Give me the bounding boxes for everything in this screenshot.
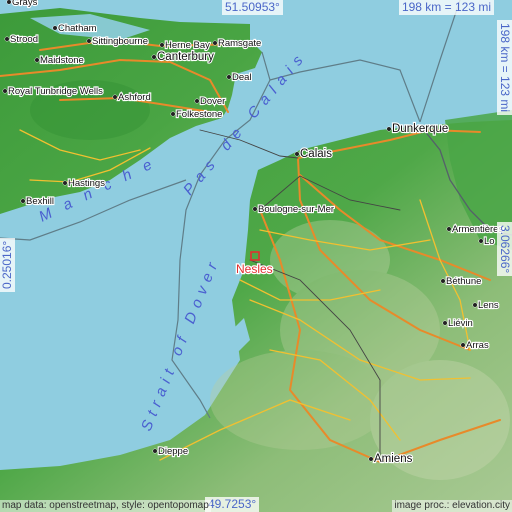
place-dot (6, 0, 12, 5)
place-hastings[interactable]: Hastings (62, 177, 106, 190)
place-calais[interactable]: Calais (294, 147, 333, 161)
coord-top-value: 51.50953° (225, 0, 280, 14)
scale-right-label: 198 km = 123 mi (497, 20, 512, 116)
place-boulogne-sur-mer[interactable]: Boulogne-sur-Mer (252, 203, 335, 216)
place-label: Béthune (446, 276, 481, 287)
place-label: Canterbury (157, 51, 214, 63)
place-label: Amiens (374, 453, 413, 465)
place-dot (152, 448, 158, 454)
place-b-thune[interactable]: Béthune (440, 275, 483, 288)
place-label: Folkestone (176, 109, 222, 120)
place-label: Grays (12, 0, 38, 8)
place-dunkerque[interactable]: Dunkerque (386, 122, 449, 136)
place-dot (212, 40, 218, 46)
place-amiens[interactable]: Amiens (368, 452, 414, 466)
place-dot (252, 206, 258, 212)
place-label: Liévin (448, 318, 473, 329)
coord-bottom-label: 49.7253° (205, 497, 260, 512)
place-dot (2, 88, 8, 94)
place-ashford[interactable]: Ashford (112, 91, 152, 104)
place-dot (442, 320, 448, 326)
place-royal-tunbridge-wells[interactable]: Royal Tunbridge Wells (2, 85, 104, 98)
place-dot (86, 38, 92, 44)
place-label: Dunkerque (392, 123, 448, 135)
place-strood[interactable]: Strood (4, 33, 39, 46)
place-label: Strood (10, 34, 38, 45)
place-dot (52, 25, 58, 31)
place-label: Ramsgate (218, 38, 261, 49)
credits-right: image proc.: elevation.city (392, 500, 512, 512)
coord-right-value: 3.06266° (498, 225, 512, 274)
coord-left-value: 0.25016° (0, 240, 14, 289)
place-label: Deal (232, 72, 252, 83)
place-armenti-res[interactable]: Armentières (446, 223, 505, 236)
highlighted-place-label: Nesles (236, 262, 273, 276)
place-dot (194, 98, 200, 104)
map-view[interactable]: Manche Pas de Calais Strait of Dover Gra… (0, 0, 512, 512)
place-label: Maidstone (40, 55, 84, 66)
place-label: Boulogne-sur-Mer (258, 204, 334, 215)
place-arras[interactable]: Arras (460, 339, 490, 352)
place-dieppe[interactable]: Dieppe (152, 445, 189, 458)
place-dot (294, 151, 300, 157)
place-dot (478, 238, 484, 244)
place-dot (34, 57, 40, 63)
place-label: Bexhill (26, 196, 54, 207)
place-dot (151, 54, 157, 60)
place-dot (112, 94, 118, 100)
credits-left-text[interactable]: map data: openstreetmap, style: opentopo… (2, 500, 209, 511)
place-dot (368, 456, 374, 462)
place-dot (159, 42, 165, 48)
place-label: Lens (478, 300, 499, 311)
place-label: Ashford (118, 92, 151, 103)
place-li-vin[interactable]: Liévin (442, 317, 474, 330)
coord-right-label: 3.06266° (497, 222, 512, 277)
scale-top-value: 198 km = 123 mi (401, 0, 491, 14)
place-dot (226, 74, 232, 80)
place-dot (20, 198, 26, 204)
place-chatham[interactable]: Chatham (52, 22, 98, 35)
place-dot (386, 126, 392, 132)
place-dot (4, 36, 10, 42)
place-label: Chatham (58, 23, 97, 34)
place-dot (62, 180, 68, 186)
place-sittingbourne[interactable]: Sittingbourne (86, 35, 149, 48)
credits-left: map data: openstreetmap, style: opentopo… (0, 500, 211, 512)
place-label: Royal Tunbridge Wells (8, 86, 103, 97)
place-maidstone[interactable]: Maidstone (34, 54, 85, 67)
place-bexhill[interactable]: Bexhill (20, 195, 55, 208)
scale-top-label: 198 km = 123 mi (398, 0, 494, 15)
place-label: Dieppe (158, 446, 188, 457)
place-label: Calais (300, 148, 332, 160)
place-label: Armentières (452, 224, 503, 235)
place-ramsgate[interactable]: Ramsgate (212, 37, 262, 50)
scale-right-value: 198 km = 123 mi (498, 23, 512, 113)
place-folkestone[interactable]: Folkestone (170, 108, 224, 121)
place-dot (440, 278, 446, 284)
coord-top-label: 51.50953° (222, 0, 283, 15)
place-dot (460, 342, 466, 348)
place-dot (472, 302, 478, 308)
place-label: Hastings (68, 178, 105, 189)
place-label: Lo (484, 236, 495, 247)
place-dot (170, 111, 176, 117)
place-label: Herne Bay (165, 40, 210, 51)
place-label: Sittingbourne (92, 36, 148, 47)
coord-bottom-value: 49.7253° (208, 497, 257, 511)
map-canvas: Manche Pas de Calais Strait of Dover Gra… (0, 0, 512, 512)
place-canterbury[interactable]: Canterbury (151, 50, 215, 64)
place-label: Dover (200, 96, 225, 107)
place-dover[interactable]: Dover (194, 95, 226, 108)
place-grays[interactable]: Grays (6, 0, 39, 9)
place-herne-bay[interactable]: Herne Bay (159, 39, 211, 52)
place-dot (446, 226, 452, 232)
coord-left-label: 0.25016° (0, 237, 15, 292)
place-label: Arras (466, 340, 489, 351)
credits-right-text[interactable]: image proc.: elevation.city (394, 500, 510, 511)
